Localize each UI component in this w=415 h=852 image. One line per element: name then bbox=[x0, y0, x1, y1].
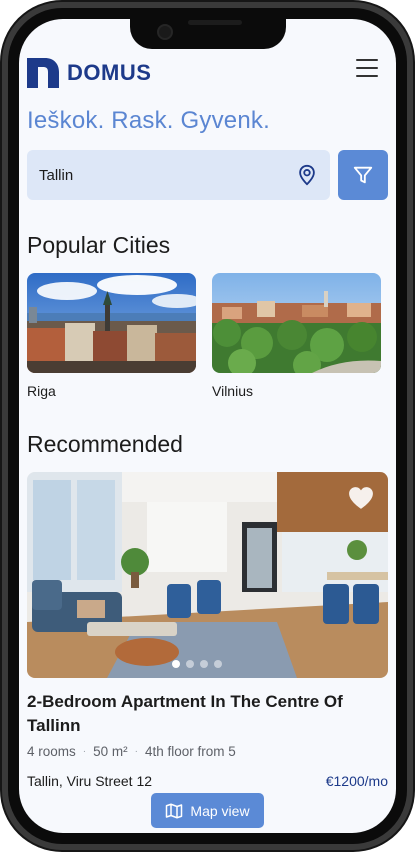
filter-icon bbox=[353, 166, 373, 184]
area-value: 50 m² bbox=[93, 744, 128, 759]
camera-notch bbox=[130, 19, 286, 49]
city-name: Riga bbox=[27, 383, 56, 399]
logo-mark-icon bbox=[27, 58, 59, 88]
listing-price: €1200/mo bbox=[325, 773, 388, 789]
listing-footer: Tallin, Viru Street 12 €1200/mo bbox=[27, 773, 388, 789]
favorite-heart-icon[interactable] bbox=[348, 486, 374, 510]
floor-info: 4th floor from 5 bbox=[144, 744, 236, 759]
location-pin-icon[interactable] bbox=[296, 164, 318, 186]
menu-icon-bar bbox=[356, 59, 378, 61]
search-bar[interactable] bbox=[27, 150, 330, 200]
riga-photo bbox=[27, 273, 196, 373]
listing-photo[interactable] bbox=[27, 472, 388, 678]
tagline: Ieškok. Rask. Gyvenk. bbox=[27, 107, 270, 134]
gallery-dot[interactable] bbox=[186, 660, 194, 668]
map-view-button[interactable]: Map view bbox=[151, 793, 264, 828]
listing-meta: 4 rooms · 50 m² · 4th floor from 5 bbox=[27, 744, 388, 759]
speaker-grille bbox=[188, 20, 242, 25]
gallery-pagination[interactable] bbox=[172, 660, 222, 668]
menu-icon-bar bbox=[356, 75, 378, 77]
recommended-heading: Recommended bbox=[27, 431, 183, 457]
menu-icon-bar bbox=[356, 67, 378, 69]
listing-title[interactable]: 2-Bedroom Apartment In The Centre Of Tal… bbox=[27, 690, 388, 738]
meta-separator: · bbox=[134, 746, 138, 757]
search-input[interactable] bbox=[39, 166, 296, 184]
gallery-dot[interactable] bbox=[214, 660, 222, 668]
filter-button[interactable] bbox=[338, 150, 388, 200]
city-card-riga[interactable]: Riga bbox=[27, 273, 196, 399]
meta-separator: · bbox=[82, 746, 87, 757]
brand-name: DOMUS bbox=[67, 60, 152, 85]
map-view-label: Map view bbox=[190, 802, 250, 819]
gallery-dot[interactable] bbox=[172, 660, 180, 668]
listing-address: Tallin, Viru Street 12 bbox=[27, 773, 153, 789]
menu-button[interactable] bbox=[356, 59, 378, 77]
vilnius-photo bbox=[212, 273, 381, 373]
app-screen: DOMUS Ieškok. Rask. Gyvenk. Popular Citi… bbox=[19, 19, 396, 833]
camera-icon bbox=[157, 24, 173, 40]
phone-frame: DOMUS Ieškok. Rask. Gyvenk. Popular Citi… bbox=[0, 0, 415, 852]
listing-card[interactable]: 2-Bedroom Apartment In The Centre Of Tal… bbox=[27, 472, 388, 789]
city-name: Vilnius bbox=[212, 383, 253, 399]
city-card-vilnius[interactable]: Vilnius bbox=[212, 273, 381, 399]
brand-logo[interactable]: DOMUS bbox=[27, 58, 151, 88]
map-icon bbox=[166, 803, 183, 818]
gallery-dot[interactable] bbox=[200, 660, 208, 668]
popular-cities-heading: Popular Cities bbox=[27, 232, 171, 258]
rooms-count: 4 rooms bbox=[27, 744, 76, 759]
